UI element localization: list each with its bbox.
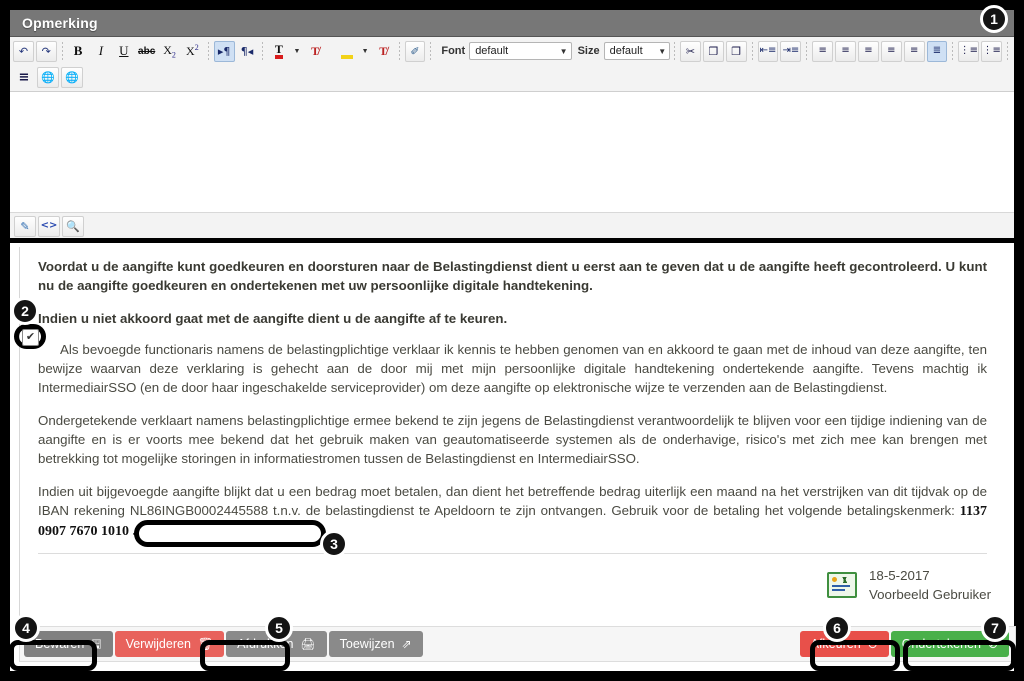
callout-badge-3: 3: [320, 530, 348, 558]
application-screen: Opmerking ↶ ↷ B I U abc X2 X2 ▸¶ ¶◂ T ▼ …: [0, 0, 1024, 681]
screenshot-frame: [0, 0, 1024, 681]
agreement-checkbox[interactable]: ✔: [22, 329, 39, 346]
callout-badge-6: 6: [823, 614, 851, 642]
callout-badge-7: 7: [981, 614, 1009, 642]
callout-badge-2: 2: [11, 297, 39, 325]
callout-badge-1: 1: [980, 5, 1008, 33]
callout-badge-5: 5: [265, 614, 293, 642]
checkmark-icon: ✔: [25, 331, 36, 343]
callout-badge-4: 4: [12, 614, 40, 642]
